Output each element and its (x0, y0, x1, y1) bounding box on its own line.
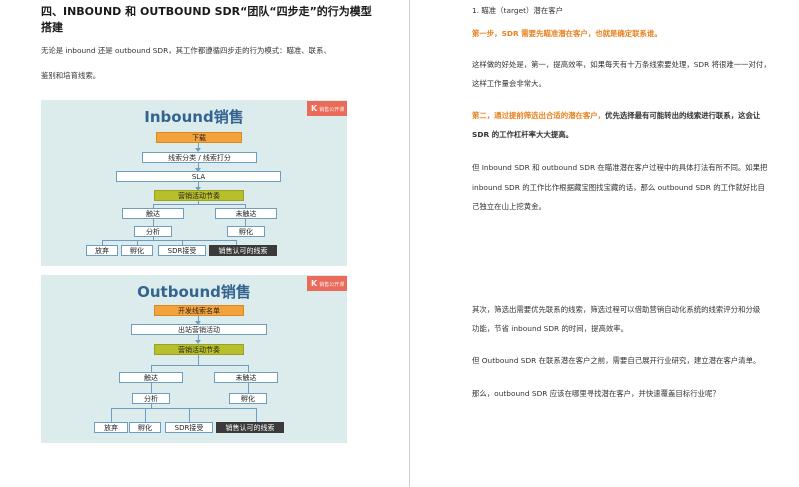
body-paragraph: 这样做的好处是，第一，提高效率，如果每天有十万条线索要处理，SDR 将很难一一对… (472, 60, 771, 69)
inbound-diagram: Inbound销售 K 销售公开课 下载 线索分类 / 线索打分 SLA 营销活动… (41, 100, 347, 266)
diagram-title: Inbound销售 (144, 108, 244, 126)
node-download: 下载 (156, 132, 242, 143)
node-reached: 触达 (122, 208, 184, 219)
node-not-reached: 未触达 (214, 372, 278, 383)
step-two-cont: SDR 的工作杠杆率大大提高。 (472, 130, 574, 139)
node-nurture-2: 孵化 (121, 245, 153, 256)
node-build-lead-list: 开发线索名单 (154, 305, 244, 316)
node-reached: 触达 (119, 372, 183, 383)
node-sdr-accept: SDR接受 (158, 245, 206, 256)
outbound-diagram: Outbound销售 K 销售公开课 开发线索名单 出站营销活动 营销活动节奏 触… (41, 275, 347, 443)
node-outbound-campaign: 出站营销活动 (131, 324, 267, 335)
brand-badge: K 销售公开课 (307, 101, 347, 116)
node-abandon: 放弃 (94, 422, 128, 433)
brand-badge: K 销售公开课 (307, 276, 347, 291)
body-paragraph: 但 Inbound SDR 和 outbound SDR 在瞄准潜在客户过程中的… (472, 163, 768, 172)
body-paragraph-cont: 功能，节省 inbound SDR 的时间，提高效率。 (472, 324, 629, 333)
body-paragraph: 但 Outbound SDR 在联系潜在客户之前，需要自己展开行业研究，建立潜在… (472, 356, 761, 365)
node-nurture: 孵化 (227, 226, 265, 237)
step-two-highlight: 第二，通过提前筛选出合适的潜在客户， (472, 111, 606, 120)
node-nurture: 孵化 (229, 393, 267, 404)
body-paragraph: 其次，筛选出需要优先联系的线索，筛选过程可以借助营销自动化系统的线索评分和分级 (472, 305, 761, 314)
node-sla: SLA (116, 171, 281, 182)
node-sdr-accept: SDR接受 (165, 422, 213, 433)
body-paragraph: 那么，outbound SDR 应该在哪里寻找潜在客户，并快速覆盖目标行业呢？ (472, 389, 720, 398)
node-analyze: 分析 (134, 226, 172, 237)
step-two-line: 第二，通过提前筛选出合适的潜在客户，优先选择最有可能转出的线索进行联系，这会让 (472, 110, 760, 121)
node-sales-qualified-lead: 销售认可的线索 (209, 245, 277, 256)
node-abandon: 放弃 (86, 245, 118, 256)
node-campaign-cadence: 营销活动节奏 (154, 190, 244, 201)
step-two-text: 优先选择最有可能转出的线索进行联系，这会让 (605, 111, 761, 120)
body-paragraph-cont: 这样工作量会非常大。 (472, 79, 546, 88)
section-heading: 四、INBOUND 和 OUTBOUND SDR“团队“四步走”的行为模型 (41, 5, 372, 18)
section-heading-cont: 搭建 (41, 21, 63, 34)
brand-badge-letter: K (311, 104, 318, 113)
node-campaign-cadence: 营销活动节奏 (154, 344, 244, 355)
page-spine (409, 0, 410, 487)
intro-text: 无论是 inbound 还是 outbound SDR，其工作都遵循四步走的行为… (41, 46, 331, 55)
brand-badge-sub: 销售公开课 (319, 107, 345, 113)
node-not-reached: 未触达 (215, 208, 277, 219)
brand-badge-letter: K (311, 279, 318, 288)
brand-badge-sub: 销售公开课 (319, 282, 345, 288)
diagram-title: Outbound销售 (137, 283, 251, 301)
body-paragraph-cont: 己独立在山上挖黄金。 (472, 202, 546, 211)
node-analyze: 分析 (132, 393, 170, 404)
node-lead-scoring: 线索分类 / 线索打分 (142, 152, 257, 163)
body-paragraph-cont: inbound SDR 的工作比作根据藏宝图找宝藏的话，那么 outbound … (472, 183, 765, 192)
list-item-target: 1. 瞄准（target）潜在客户 (472, 6, 563, 15)
intro-text-cont: 鉴别和培育线索。 (41, 71, 101, 80)
step-one-text: 第一步，SDR 需要先瞄准潜在客户，也就是确定联系谁。 (472, 29, 662, 38)
node-sales-qualified-lead: 销售认可的线索 (216, 422, 284, 433)
node-nurture-2: 孵化 (129, 422, 161, 433)
